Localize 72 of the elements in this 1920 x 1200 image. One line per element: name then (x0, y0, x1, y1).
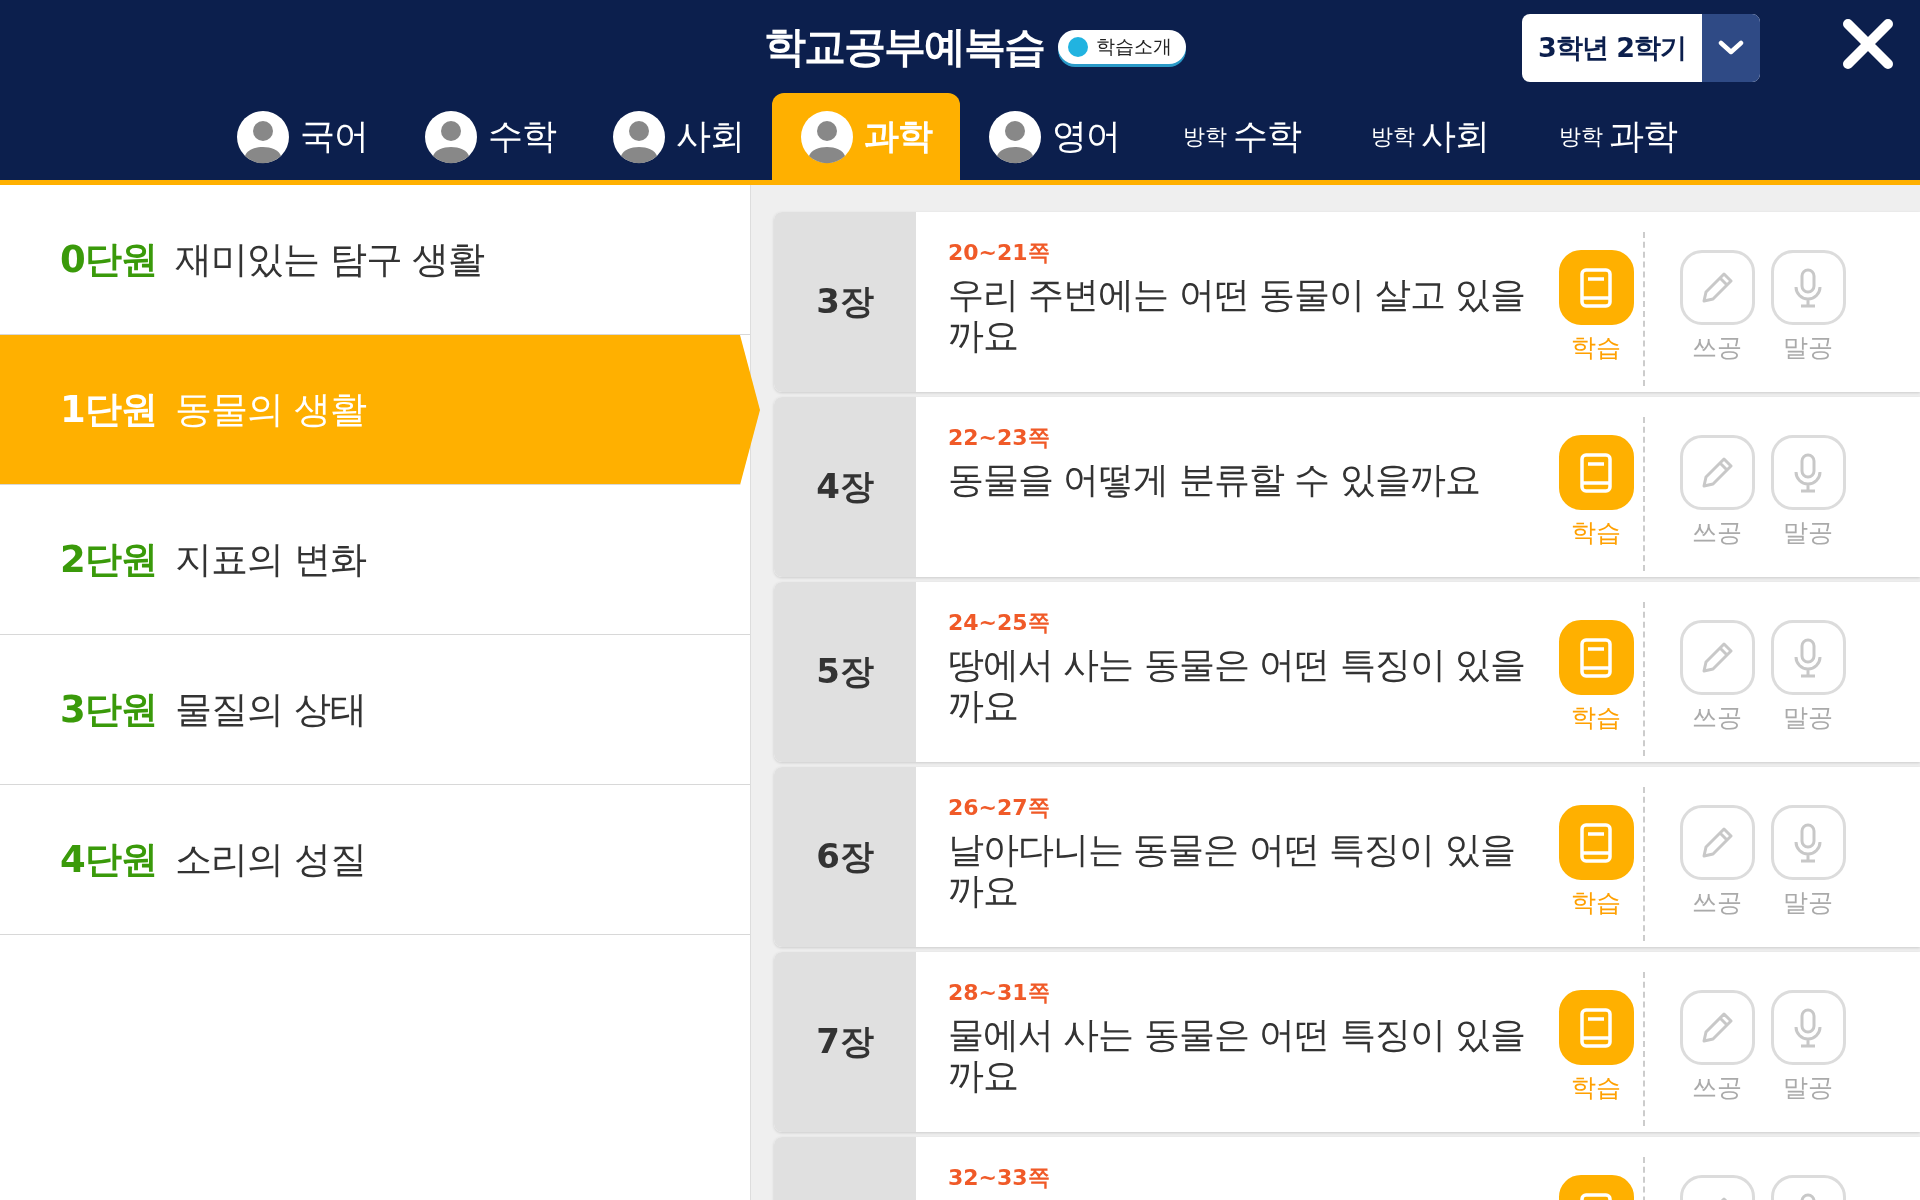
close-icon (1842, 18, 1894, 70)
avatar-icon (424, 109, 478, 164)
pencil-icon (1701, 457, 1733, 488)
close-button[interactable] (1842, 18, 1894, 70)
avatar-icon (612, 109, 666, 164)
page-range: 20~21쪽 (948, 239, 1051, 267)
intro-button[interactable]: 학습소개 (1058, 29, 1186, 64)
avatar-icon (236, 109, 290, 164)
page-range: 26~27쪽 (948, 794, 1051, 822)
action-label: 쓰공 (1692, 1072, 1742, 1104)
action-label: 쓰공 (1692, 887, 1742, 919)
subject-tab[interactable]: 사회 (584, 93, 772, 180)
page-range: 24~25쪽 (948, 609, 1051, 637)
chapter-label: 3장 (816, 280, 874, 323)
unit-list-item[interactable]: 2단원 지표의 변화 (0, 485, 750, 635)
pencil-icon (1701, 272, 1733, 303)
pencil-icon (1701, 1012, 1733, 1043)
page-range: 22~23쪽 (948, 424, 1051, 452)
action-label: 말공 (1783, 887, 1833, 919)
lesson-title: 동물을 어떻게 분류할 수 있을까요 (948, 459, 1481, 500)
action-label: 쓰공 (1692, 702, 1742, 734)
action-label: 말공 (1783, 332, 1833, 364)
lesson-title: 물에서 사는 동물은 어떤 특징이 있을까요 (948, 1014, 1527, 1096)
action-label: 쓰공 (1692, 332, 1742, 364)
chevron-down-icon (1718, 40, 1744, 56)
study-button[interactable] (1558, 805, 1634, 880)
subject-tab[interactable]: 국어 (208, 93, 396, 180)
lesson-title: 우리 주변에는 어떤 동물이 살고 있을까요 (948, 274, 1527, 356)
action-label: 학습 (1571, 1072, 1621, 1104)
subject-tab[interactable]: 방학 과학 (1524, 93, 1712, 180)
lesson-title: 날아다니는 동물은 어떤 특징이 있을까요 (948, 829, 1516, 911)
pencil-icon (1701, 827, 1733, 858)
subject-tab[interactable]: 방학 사회 (1336, 93, 1524, 180)
subject-tab[interactable]: 영어 (960, 93, 1148, 180)
speak-button[interactable] (1770, 805, 1846, 880)
study-button[interactable] (1558, 250, 1634, 325)
book-icon (1580, 822, 1612, 863)
study-button[interactable] (1558, 620, 1634, 695)
chapter-label: 6장 (816, 835, 874, 878)
speak-button[interactable] (1770, 435, 1846, 510)
chapter-label: 5장 (816, 650, 874, 693)
unit-list-item[interactable]: 4단원 소리의 성질 (0, 785, 750, 935)
action-label: 말공 (1783, 702, 1833, 734)
speak-button[interactable] (1770, 620, 1846, 695)
action-label: 학습 (1571, 887, 1621, 919)
speak-button[interactable] (1770, 990, 1846, 1065)
action-label: 학습 (1571, 517, 1621, 549)
book-icon (1580, 267, 1612, 308)
unit-list-item[interactable]: 3단원 물질의 상태 (0, 635, 750, 785)
book-icon (1580, 452, 1612, 493)
chapter-label: 7장 (816, 1020, 874, 1063)
action-label: 쓰공 (1692, 517, 1742, 549)
grade-dropdown[interactable]: 3학년 2학기 (1522, 14, 1760, 82)
speak-button[interactable] (1770, 250, 1846, 325)
chapter-label: 4장 (816, 465, 874, 508)
action-label: 학습 (1571, 332, 1621, 364)
action-label: 말공 (1783, 517, 1833, 549)
pencil-icon (1701, 642, 1733, 673)
study-button[interactable] (1558, 990, 1634, 1065)
page-range: 28~31쪽 (948, 979, 1051, 1007)
book-icon (1580, 637, 1612, 678)
avatar-icon (988, 109, 1042, 164)
action-label: 학습 (1571, 702, 1621, 734)
book-icon (1580, 1007, 1612, 1048)
avatar-icon (800, 109, 854, 164)
subject-tab[interactable]: 수학 (396, 93, 584, 180)
app-title: 학교공부예복습 (764, 20, 1044, 73)
subject-tab[interactable]: 방학 수학 (1148, 93, 1336, 180)
lesson-title: 땅에서 사는 동물은 어떤 특징이 있을까요 (948, 644, 1527, 726)
action-label: 말공 (1783, 1072, 1833, 1104)
page-range: 32~33쪽 (948, 1164, 1051, 1192)
study-button[interactable] (1558, 435, 1634, 510)
